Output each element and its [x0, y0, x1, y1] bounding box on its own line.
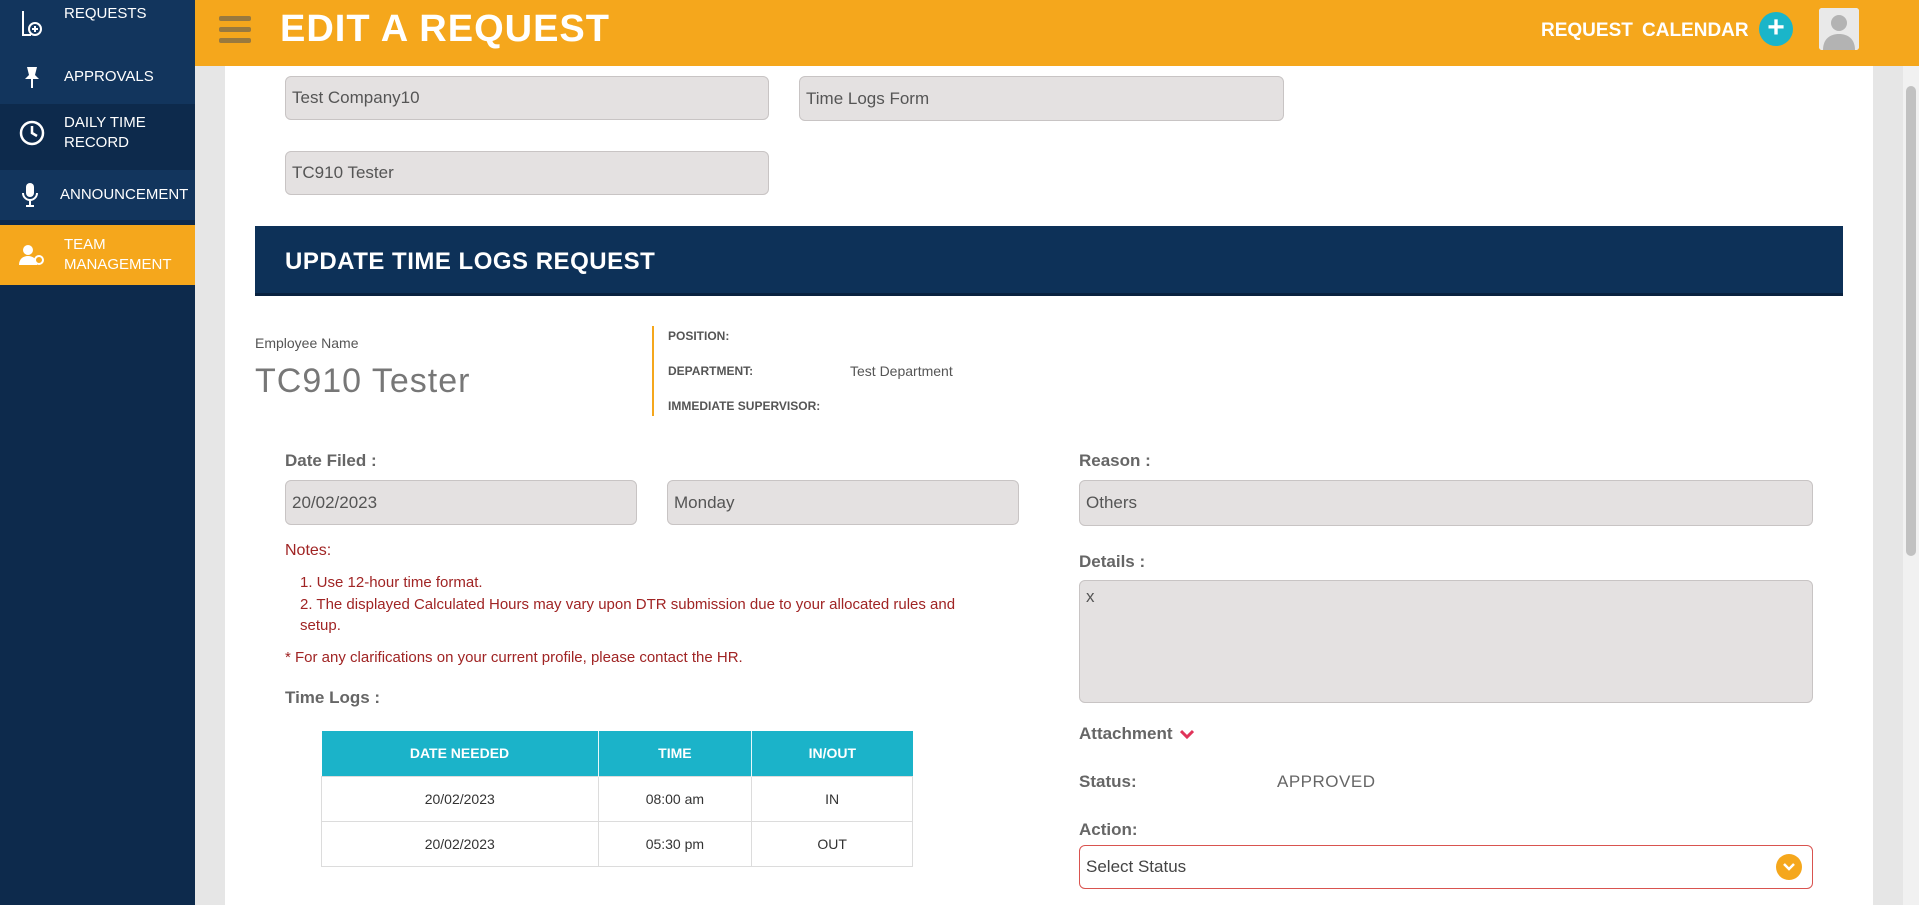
department-value: Test Department: [850, 363, 953, 379]
table-cell: 20/02/2023: [321, 820, 599, 867]
section-title: UPDATE TIME LOGS REQUEST: [285, 248, 656, 275]
top-header: EDIT A REQUEST REQUEST CALENDAR +: [195, 0, 1919, 66]
status-value: APPROVED: [1277, 772, 1376, 791]
pin-icon: [0, 65, 64, 89]
status-select[interactable]: Select Status: [1079, 845, 1813, 889]
sidebar: REQUESTS APPROVALS DAILY TIME RECORD ANN…: [0, 0, 195, 905]
status-label: Status:: [1079, 772, 1137, 791]
employee-field[interactable]: TC910 Tester: [285, 151, 769, 195]
sidebar-item-requests[interactable]: REQUESTS: [0, 0, 195, 50]
add-button[interactable]: +: [1759, 12, 1793, 46]
reason-field[interactable]: Others: [1079, 480, 1813, 526]
clock-icon: [0, 120, 64, 146]
table-cell: 20/02/2023: [321, 775, 599, 822]
sidebar-item-daily-time-record[interactable]: DAILY TIME RECORD: [0, 104, 195, 162]
column-header-time: TIME: [598, 731, 753, 776]
note-item: 2. The displayed Calculated Hours may va…: [300, 596, 956, 613]
notes-title: Notes:: [285, 542, 332, 559]
file-add-icon: [0, 11, 64, 39]
time-logs-label: Time Logs :: [285, 688, 381, 707]
scrollbar[interactable]: [1903, 66, 1919, 905]
divider: [652, 326, 654, 416]
sidebar-item-label: REQUESTS: [64, 5, 147, 22]
employee-name-label: Employee Name: [255, 335, 359, 351]
sidebar-item-label: APPROVALS: [64, 68, 154, 85]
employee-name: TC910 Tester: [255, 362, 471, 400]
form-type-field[interactable]: Time Logs Form: [799, 76, 1284, 121]
chevron-down-icon[interactable]: [1776, 854, 1802, 880]
supervisor-label: IMMEDIATE SUPERVISOR:: [668, 399, 821, 413]
company-field[interactable]: Test Company10: [285, 76, 769, 120]
date-filed-label: Date Filed :: [285, 451, 377, 470]
section-banner: UPDATE TIME LOGS REQUEST: [255, 226, 1843, 296]
table-row: 20/02/2023 08:00 am IN: [321, 775, 913, 822]
details-label: Details :: [1079, 552, 1146, 571]
scrollbar-thumb[interactable]: [1906, 86, 1916, 556]
attachment-label: Attachment: [1079, 724, 1173, 743]
user-gear-icon: [0, 243, 64, 267]
hamburger-menu-icon[interactable]: [219, 16, 251, 44]
details-textarea[interactable]: x: [1079, 580, 1813, 703]
avatar[interactable]: [1819, 8, 1859, 50]
department-label: DEPARTMENT:: [668, 364, 754, 378]
table-cell: IN: [751, 775, 913, 822]
position-label: POSITION:: [668, 329, 730, 343]
table-cell: 08:00 am: [597, 775, 753, 822]
action-label: Action:: [1079, 820, 1138, 839]
sidebar-item-label: DAILY TIME RECORD: [64, 114, 146, 151]
notes-footer: * For any clarifications on your current…: [285, 649, 743, 666]
date-filed-field[interactable]: 20/02/2023: [285, 480, 637, 525]
table-row: 20/02/2023 05:30 pm OUT: [321, 820, 913, 867]
column-header-date-needed: DATE NEEDED: [321, 731, 599, 776]
page-title: EDIT A REQUEST: [280, 8, 610, 50]
attachment-toggle[interactable]: Attachment: [1079, 724, 1195, 744]
time-logs-table: DATE NEEDED TIME IN/OUT 20/02/2023 08:00…: [321, 731, 913, 867]
sidebar-item-team-management[interactable]: TEAM MANAGEMENT: [0, 225, 195, 285]
microphone-icon: [0, 182, 60, 208]
chevron-down-icon: [1180, 729, 1195, 740]
select-placeholder: Select Status: [1086, 857, 1187, 876]
table-cell: OUT: [751, 820, 913, 867]
sidebar-item-approvals[interactable]: APPROVALS: [0, 50, 195, 104]
sidebar-item-announcement[interactable]: ANNOUNCEMENT: [0, 170, 195, 220]
request-link[interactable]: REQUEST: [1541, 20, 1633, 42]
column-header-in-out: IN/OUT: [751, 731, 913, 776]
note-item: setup.: [300, 617, 341, 634]
table-cell: 05:30 pm: [597, 820, 753, 867]
calendar-link[interactable]: CALENDAR: [1642, 20, 1749, 42]
sidebar-item-label: ANNOUNCEMENT: [60, 186, 189, 203]
sidebar-item-label: TEAM MANAGEMENT: [64, 236, 172, 273]
note-item: 1. Use 12-hour time format.: [300, 574, 483, 591]
day-field[interactable]: Monday: [667, 480, 1019, 525]
reason-label: Reason :: [1079, 451, 1151, 470]
